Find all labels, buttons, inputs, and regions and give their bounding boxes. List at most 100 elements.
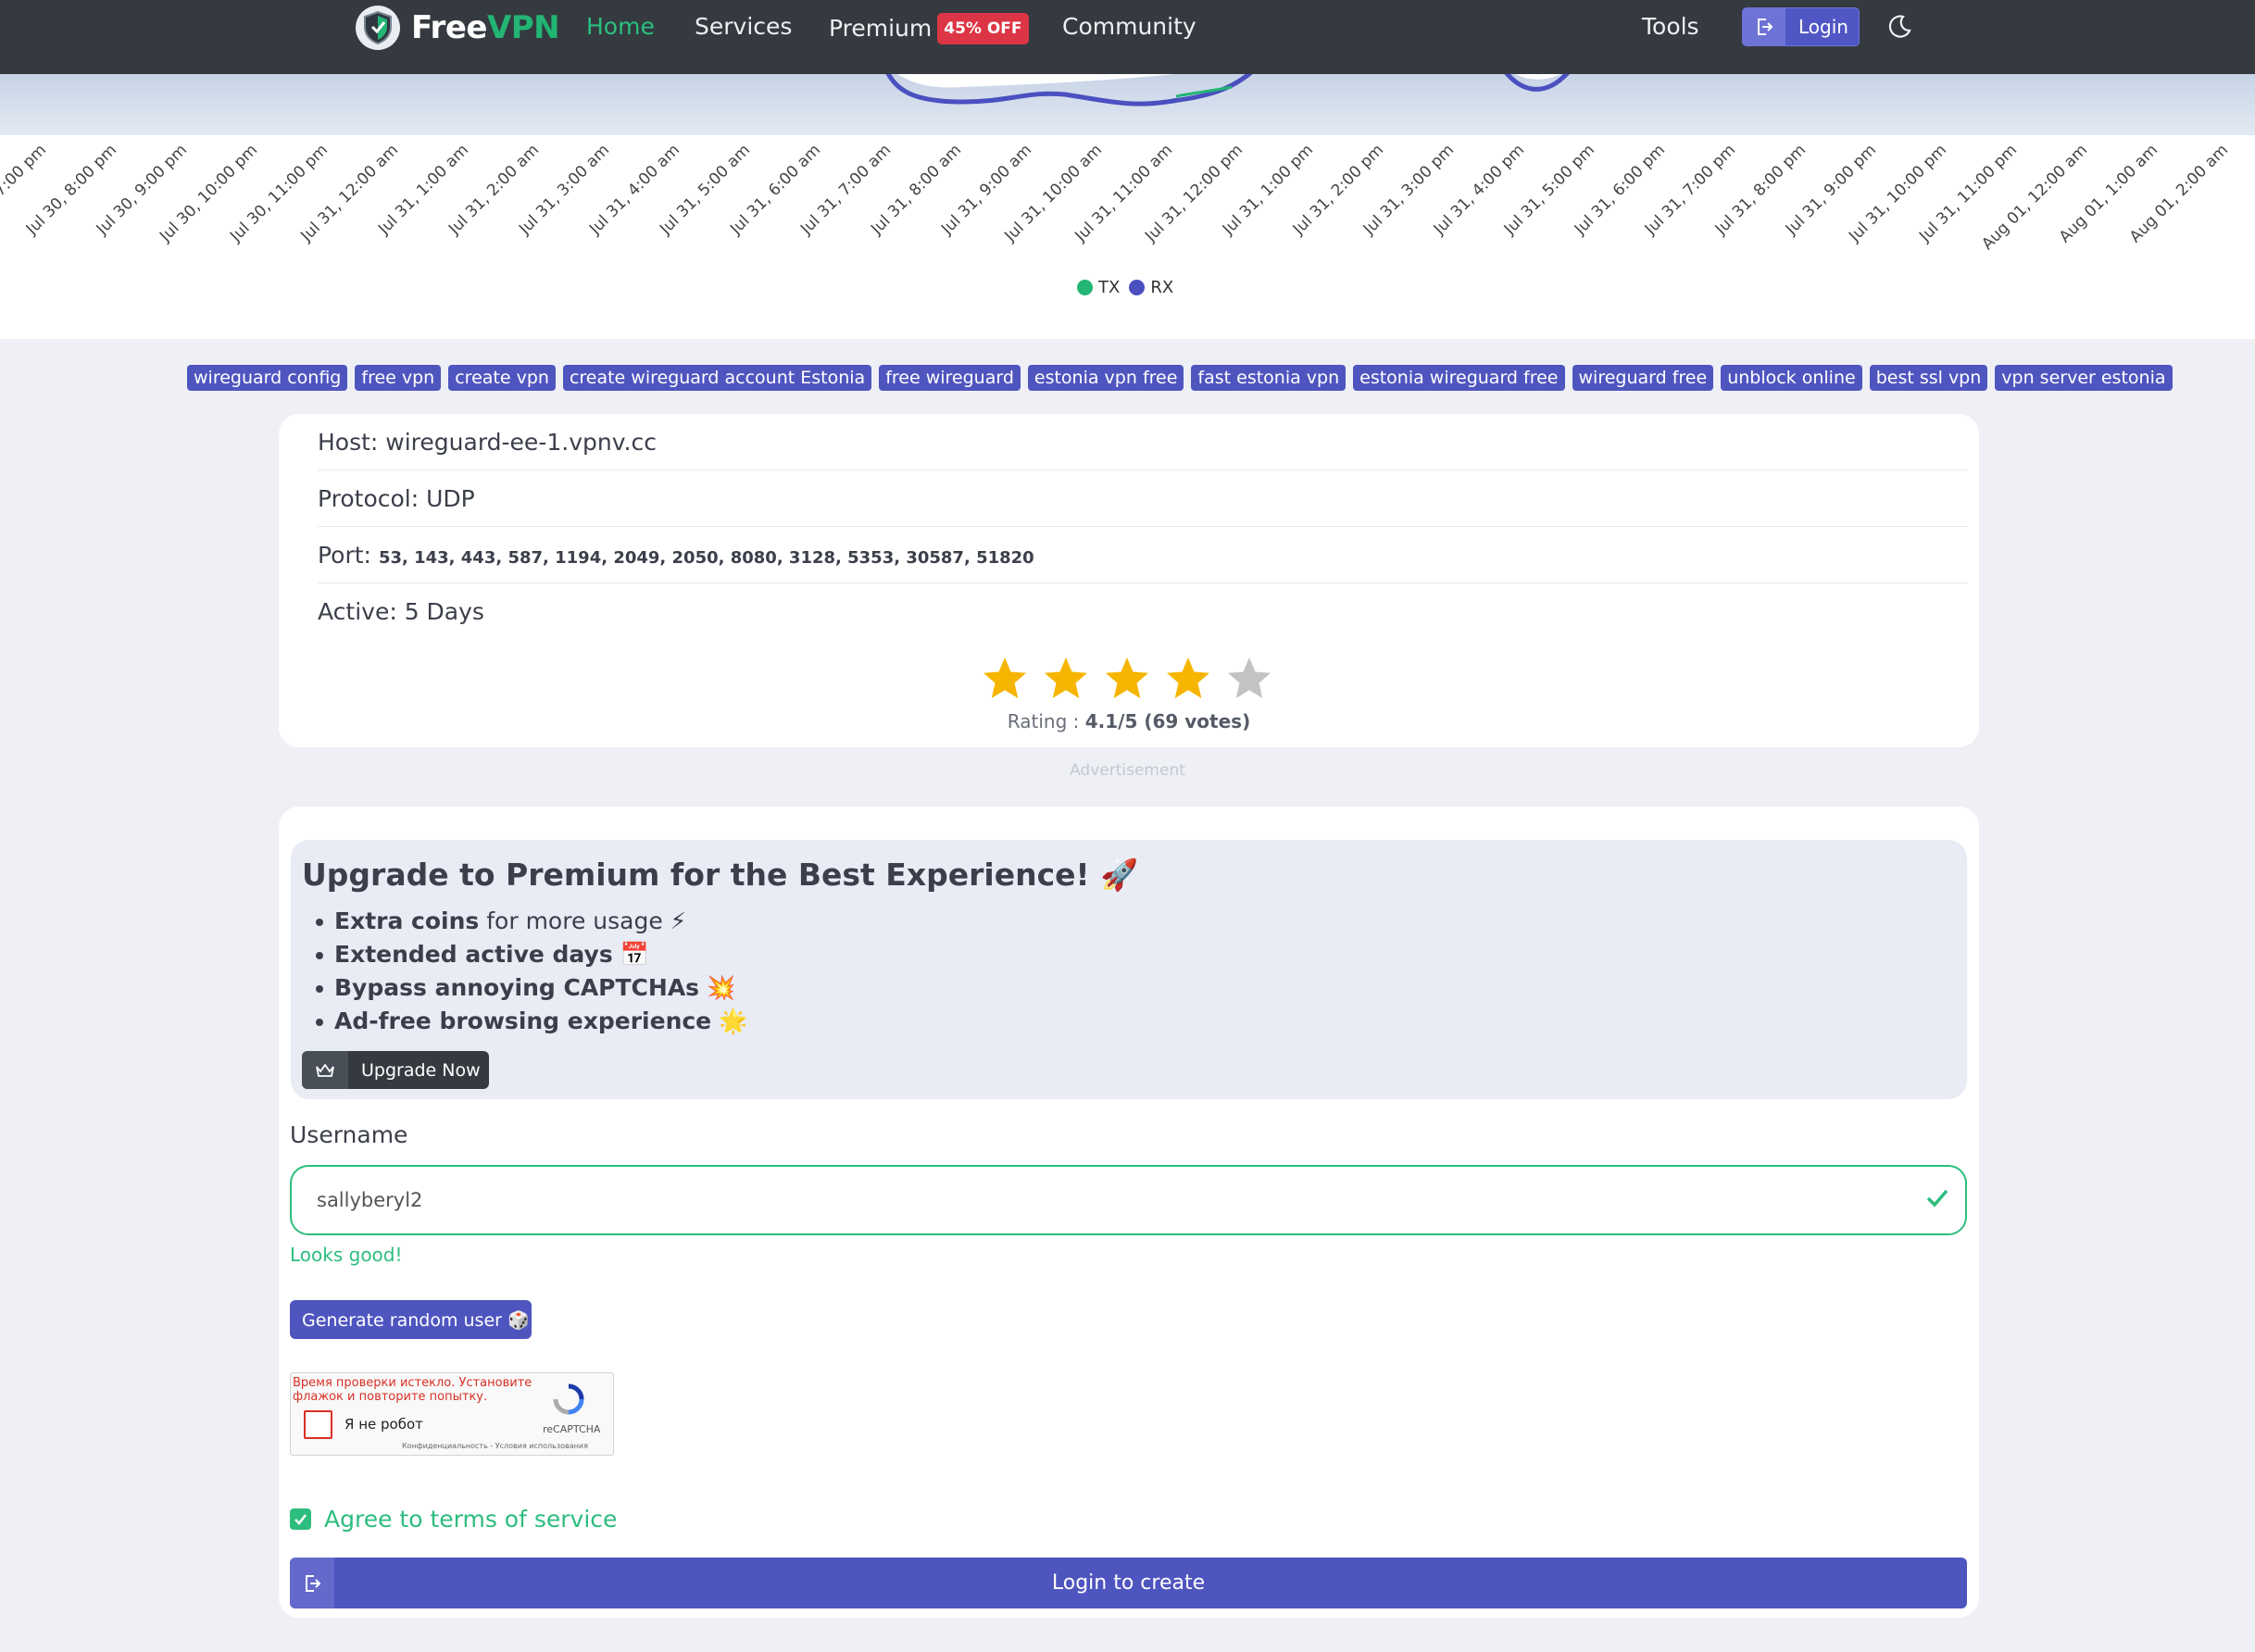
star-icon[interactable]: [1164, 656, 1212, 702]
x-tick-label: Jul 31, 3:00 pm: [1359, 141, 1459, 239]
username-label: Username: [290, 1121, 408, 1148]
tag-link[interactable]: create wireguard account Estonia: [562, 365, 872, 391]
star-rating[interactable]: [981, 656, 1273, 702]
x-tick-label: Jul 30, 10:00 pm: [156, 141, 262, 246]
legend-rx-label: RX: [1150, 278, 1174, 297]
x-tick-label: Jul 31, 10:00 am: [1001, 141, 1107, 245]
x-tick-label: Jul 31, 9:00 pm: [1782, 141, 1881, 239]
chart-lines: [885, 74, 1570, 106]
login-button[interactable]: Login: [1742, 7, 1860, 46]
x-tick-label: Jul 31, 1:00 pm: [1219, 141, 1318, 239]
x-tick-label: Jul 31, 12:00 am: [297, 141, 403, 245]
brand-vpn: VPN: [486, 9, 560, 46]
recaptcha-logo-icon: [552, 1383, 585, 1420]
upgrade-now-label: Upgrade Now: [361, 1059, 481, 1081]
x-tick-label: Aug 01, 1:00 am: [2055, 141, 2162, 247]
star-icon[interactable]: [1042, 656, 1090, 702]
x-tick-label: Jul 31, 7:00 pm: [1641, 141, 1740, 239]
advertisement-label: Advertisement: [1070, 761, 1185, 780]
x-tick-label: Jul 31, 5:00 pm: [1500, 141, 1599, 239]
upgrade-now-button[interactable]: Upgrade Now: [302, 1051, 489, 1089]
x-tick-label: Jul 31, 6:00 pm: [1571, 141, 1670, 239]
login-to-create-label: Login to create: [1051, 1571, 1206, 1595]
x-tick-label: Jul 31, 7:00 am: [796, 141, 896, 239]
tag-link[interactable]: wireguard free: [1572, 365, 1714, 391]
username-input[interactable]: [290, 1165, 1967, 1235]
nav-tools[interactable]: Tools: [1642, 13, 1699, 41]
premium-benefit-item: Ad-free browsing experience 🌟: [315, 1005, 748, 1038]
nav-premium-label: Premium: [829, 15, 933, 42]
server-info-card: Host: wireguard-ee-1.vpnv.cc Protocol: U…: [279, 414, 1979, 747]
premium-title: Upgrade to Premium for the Best Experien…: [302, 857, 1139, 893]
x-tick-label: Jul 31, 3:00 am: [515, 141, 614, 239]
tag-link[interactable]: free vpn: [355, 365, 442, 391]
benefit-rest: 💥: [699, 974, 736, 1001]
legend-tx[interactable]: TX: [1077, 278, 1120, 297]
chart-legend: TX RX: [1077, 278, 1183, 297]
x-tick-label: Jul 31, 8:00 am: [867, 141, 966, 239]
x-tick-label: Jul 31, 9:00 am: [937, 141, 1036, 239]
crown-icon: [302, 1051, 348, 1089]
brand-link[interactable]: FreeVPN: [356, 6, 560, 50]
tag-link[interactable]: best ssl vpn: [1869, 365, 1988, 391]
premium-benefits-list: Extra coins for more usage ⚡ Extended act…: [315, 905, 748, 1038]
star-icon[interactable]: [1225, 656, 1273, 702]
dark-mode-moon-icon[interactable]: [1885, 13, 1913, 44]
premium-promo: Upgrade to Premium for the Best Experien…: [291, 840, 1967, 1099]
tag-link[interactable]: wireguard config: [187, 365, 348, 391]
terms-label: Agree to terms of service: [324, 1506, 618, 1533]
x-tick-label: Aug 01, 12:00 am: [1978, 141, 2092, 254]
tag-link[interactable]: vpn server estonia: [1995, 365, 2173, 391]
tag-link[interactable]: unblock online: [1721, 365, 1862, 391]
star-icon[interactable]: [1103, 656, 1151, 702]
chart-plot-area: [0, 74, 2255, 135]
nav-services[interactable]: Services: [695, 13, 792, 41]
tag-link[interactable]: create vpn: [448, 365, 556, 391]
x-tick-label: Jul 31, 11:00 am: [1071, 141, 1177, 245]
nav-home[interactable]: Home: [586, 13, 655, 41]
premium-benefit-item: Extra coins for more usage ⚡: [315, 905, 747, 938]
brand-free: Free: [411, 9, 487, 46]
captcha-checkbox[interactable]: [304, 1410, 332, 1439]
captcha-error-text: Время проверки истекло. Установите флажо…: [293, 1376, 532, 1404]
shield-logo-icon: [356, 6, 400, 50]
benefit-bold: Extended active days: [334, 941, 613, 968]
premium-benefit-item: Bypass annoying CAPTCHAs 💥: [315, 971, 747, 1005]
nav-premium[interactable]: Premium 45% OFF: [829, 13, 1029, 44]
x-tick-label: Jul 31, 4:00 pm: [1430, 141, 1529, 239]
login-label: Login: [1798, 16, 1848, 38]
login-to-create-button[interactable]: Login to create: [290, 1558, 1967, 1608]
terms-agreement[interactable]: Agree to terms of service: [290, 1506, 617, 1533]
premium-benefit-item: Extended active days 📅: [315, 938, 747, 971]
discount-badge: 45% OFF: [937, 13, 1029, 44]
captcha-terms-links[interactable]: Конфиденциальность - Условия использован…: [402, 1442, 588, 1450]
x-tick-label: Jul 31, 12:00 pm: [1141, 141, 1247, 246]
valid-check-icon: [1925, 1188, 1949, 1212]
generate-random-user-button[interactable]: Generate random user 🎲: [290, 1300, 532, 1339]
tag-link[interactable]: free wireguard: [879, 365, 1021, 391]
tag-list: wireguard config free vpn create vpn create…: [187, 365, 2173, 391]
captcha-brand: reCAPTCHA: [543, 1423, 601, 1435]
x-tick-label: Jul 31, 2:00 pm: [1289, 141, 1388, 239]
create-account-card: Upgrade to Premium for the Best Experien…: [279, 807, 1979, 1618]
x-tick-label: Jul 31, 11:00 pm: [1915, 141, 2022, 246]
rating-value: 4.1/5 (69 votes): [1084, 710, 1251, 732]
x-tick-label: Jul 31, 2:00 am: [445, 141, 544, 239]
nav-community[interactable]: Community: [1062, 13, 1196, 41]
tag-link[interactable]: estonia vpn free: [1027, 365, 1184, 391]
legend-rx[interactable]: RX: [1129, 278, 1173, 297]
tag-link[interactable]: estonia wireguard free: [1353, 365, 1565, 391]
x-tick-label: Jul 31, 6:00 am: [726, 141, 825, 239]
active-row: Active: 5 Days: [318, 598, 484, 625]
benefit-bold: Ad-free browsing experience: [334, 1007, 712, 1034]
tag-link[interactable]: fast estonia vpn: [1191, 365, 1347, 391]
star-icon[interactable]: [981, 656, 1029, 702]
host-row: Host: wireguard-ee-1.vpnv.cc: [318, 414, 1968, 470]
x-tick-label: Jul 30, 11:00 pm: [226, 141, 332, 246]
x-tick-label: Jul 31, 5:00 am: [656, 141, 755, 239]
x-tick-label: Jul 31, 4:00 am: [585, 141, 684, 239]
x-tick-label: Jul 31, 10:00 pm: [1845, 141, 1951, 246]
terms-checkbox[interactable]: [290, 1508, 311, 1530]
benefit-rest: 🌟: [711, 1007, 748, 1034]
port-row: Port: 53, 143, 443, 587, 1194, 2049, 205…: [318, 527, 1968, 583]
